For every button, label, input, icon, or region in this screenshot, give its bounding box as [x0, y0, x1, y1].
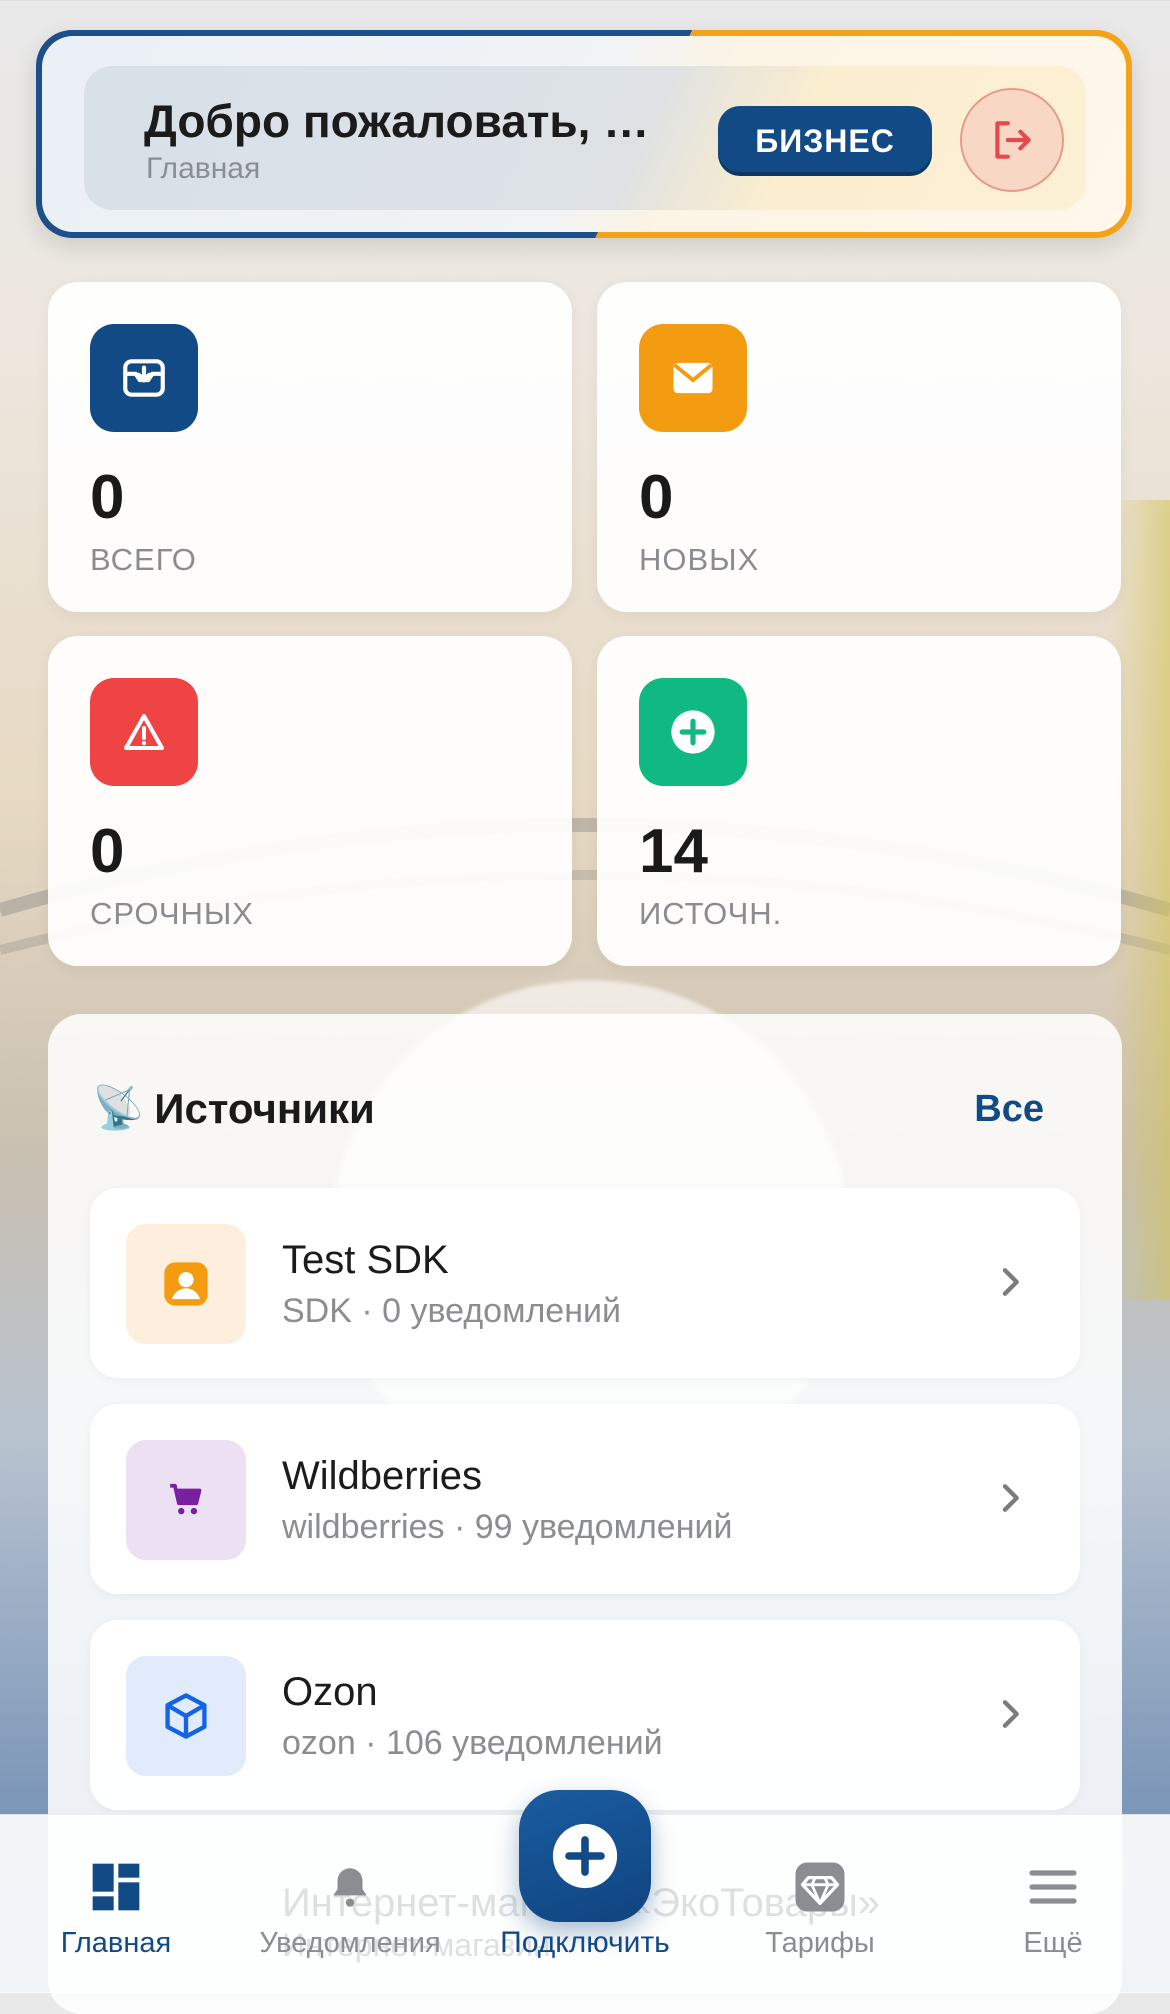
tab-label: Тарифы — [765, 1927, 875, 1959]
stat-value: 0 — [90, 817, 125, 886]
tab-label: Уведомления — [259, 1927, 441, 1959]
source-meta: wildberries · 99 уведомлений — [282, 1508, 733, 1546]
logout-icon — [995, 121, 1031, 159]
tab-tariffs[interactable]: Тарифы — [760, 1815, 880, 1993]
welcome-title: Добро пожаловать, … — [144, 95, 650, 147]
chevron-right-icon — [1002, 1700, 1019, 1728]
cart-icon — [126, 1440, 246, 1560]
bell-icon — [333, 1868, 367, 1907]
stat-label: НОВЫХ — [639, 542, 760, 577]
stat-label: ИСТОЧН. — [639, 896, 783, 931]
diamond-icon — [795, 1862, 845, 1912]
warning-icon — [90, 678, 198, 786]
source-name: Wildberries — [282, 1454, 483, 1498]
source-name: Ozon — [282, 1670, 378, 1714]
stat-label: ВСЕГО — [90, 542, 197, 577]
sources-all-link[interactable]: Все — [974, 1088, 1044, 1131]
cube-icon — [126, 1656, 246, 1776]
envelope-icon — [639, 324, 747, 432]
source-meta: ozon · 106 уведомлений — [282, 1724, 663, 1762]
sources-title: Источники — [154, 1084, 375, 1132]
inbox-download-icon — [90, 324, 198, 432]
source-item-wildberries[interactable]: Wildberries wildberries · 99 уведомлений — [90, 1404, 1080, 1594]
menu-icon — [1029, 1870, 1077, 1904]
sources-heading: 📡 Источники — [92, 1084, 375, 1133]
plan-badge[interactable]: БИЗНЕС — [718, 106, 932, 176]
stat-value: 0 — [639, 463, 674, 532]
tab-more[interactable]: Ещё — [1000, 1815, 1106, 1993]
stat-card-sources[interactable]: 14 ИСТОЧН. — [597, 636, 1121, 966]
source-item-test-sdk[interactable]: Test SDK SDK · 0 уведомлений — [90, 1188, 1080, 1378]
stat-card-urgent[interactable]: 0 СРОЧНЫХ — [48, 636, 572, 966]
welcome-header: Добро пожаловать, … Главная БИЗНЕС — [36, 30, 1132, 238]
user-icon — [126, 1224, 246, 1344]
logout-button[interactable] — [960, 88, 1064, 192]
stat-card-new[interactable]: 0 НОВЫХ — [597, 282, 1121, 612]
tab-home[interactable]: Главная — [46, 1815, 186, 1993]
source-meta: SDK · 0 уведомлений — [282, 1292, 621, 1330]
stat-value: 0 — [90, 463, 125, 532]
tab-label: Главная — [60, 1927, 172, 1959]
satellite-antenna-icon: 📡 — [92, 1084, 145, 1131]
tab-notifications[interactable]: Уведомления — [250, 1815, 450, 1993]
plus-circle-icon — [639, 678, 747, 786]
stat-label: СРОЧНЫХ — [90, 896, 254, 931]
chevron-right-icon — [1002, 1484, 1019, 1512]
dashboard-icon — [92, 1863, 140, 1911]
tab-label-connect: Подключить — [500, 1926, 670, 1959]
source-name: Test SDK — [282, 1238, 449, 1282]
chevron-right-icon — [1002, 1268, 1019, 1296]
tab-label: Ещё — [1023, 1927, 1083, 1959]
stat-value: 14 — [639, 817, 708, 886]
connect-fab-button[interactable] — [519, 1790, 651, 1922]
page-subtitle: Главная — [146, 152, 261, 185]
plus-icon — [552, 1823, 618, 1889]
source-item-ozon[interactable]: Ozon ozon · 106 уведомлений — [90, 1620, 1080, 1810]
stat-card-total[interactable]: 0 ВСЕГО — [48, 282, 572, 612]
